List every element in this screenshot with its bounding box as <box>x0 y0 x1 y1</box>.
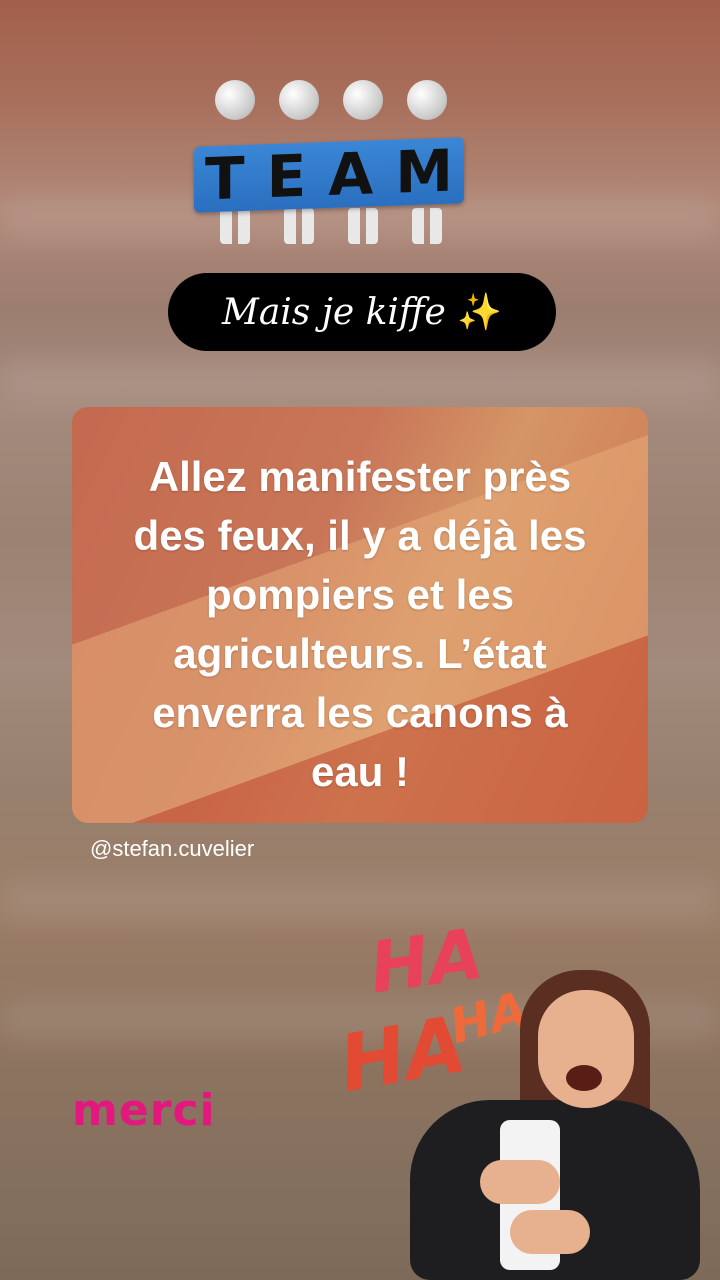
figure-icon <box>340 80 386 244</box>
quote-line: des feux, il y a déjà les <box>133 512 587 559</box>
author-handle[interactable]: @stefan.cuvelier <box>90 836 254 862</box>
caption-label: Mais je kiffe <box>221 292 446 333</box>
laughing-woman-sticker <box>370 970 700 1280</box>
team-letter: E <box>266 141 307 212</box>
caption-text: Mais je kiffe ✨ <box>222 291 502 333</box>
quote-line: eau ! <box>310 748 410 795</box>
mouth <box>566 1065 602 1091</box>
sparkles-icon: ✨ <box>457 292 503 333</box>
team-letter: M <box>395 136 453 207</box>
quote-line: Allez manifester près <box>148 453 572 500</box>
figure-icon <box>212 80 258 244</box>
quote-card: Allez manifester près des feux, il y a d… <box>72 407 648 823</box>
team-letter: T <box>205 143 245 214</box>
team-sticker: T E A M <box>190 80 470 250</box>
quote-line: agriculteurs. L’état <box>173 630 547 677</box>
hand <box>480 1160 560 1204</box>
quote-text: Allez manifester près des feux, il y a d… <box>96 447 624 801</box>
team-letter: A <box>328 139 374 210</box>
caption-pill: Mais je kiffe ✨ <box>168 273 556 351</box>
figure-icon <box>404 80 450 244</box>
team-banner: T E A M <box>194 136 464 214</box>
merci-sticker: merci <box>72 1085 216 1136</box>
figure-icon <box>276 80 322 244</box>
quote-line: enverra les canons à <box>152 689 568 736</box>
hand <box>510 1210 590 1254</box>
quote-line: pompiers et les <box>205 571 515 618</box>
